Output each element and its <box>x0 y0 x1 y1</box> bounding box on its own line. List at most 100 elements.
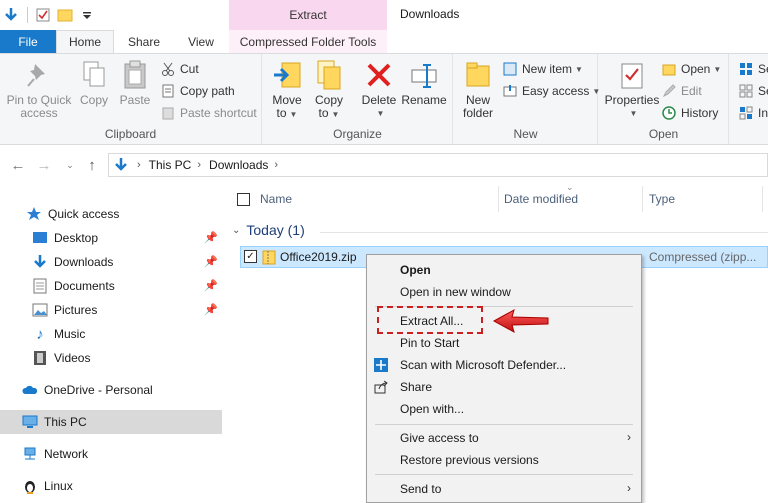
nav-documents-label: Documents <box>54 279 115 293</box>
move-to-label-2: to ▼ <box>276 106 298 120</box>
collapse-chevron-icon[interactable]: ⌄ <box>232 225 240 236</box>
edit-button[interactable]: Edit <box>661 81 702 101</box>
nav-pictures[interactable]: Pictures 📌 <box>0 298 222 322</box>
breadcrumb-separator-icon[interactable]: › <box>137 159 141 171</box>
easy-access-button[interactable]: Easy access ▼ <box>502 81 600 101</box>
invert-selection-button[interactable]: In <box>738 103 768 123</box>
edit-pencil-icon <box>661 83 677 99</box>
nav-music-label: Music <box>54 327 86 341</box>
menu-share-label: Share <box>400 380 433 394</box>
nav-quick-access[interactable]: Quick access <box>0 202 222 226</box>
cut-label: Cut <box>180 62 199 76</box>
forward-arrow-icon[interactable]: → <box>34 155 54 175</box>
menu-send-to-label: Send to <box>400 482 442 496</box>
paste-button[interactable]: Paste <box>116 58 154 107</box>
copy-to-label-2: to ▼ <box>318 106 340 120</box>
tab-file[interactable]: File <box>0 30 56 53</box>
linux-penguin-icon <box>22 478 38 494</box>
select-all-checkbox[interactable] <box>237 193 250 206</box>
delete-x-icon <box>363 58 395 92</box>
new-item-button[interactable]: New item ▼ <box>502 59 583 79</box>
nav-onedrive[interactable]: OneDrive - Personal <box>0 378 222 402</box>
column-divider[interactable] <box>498 186 499 212</box>
copy-path-icon <box>160 83 176 99</box>
select-all-button[interactable]: Se <box>738 59 768 79</box>
nav-desktop[interactable]: Desktop 📌 <box>0 226 222 250</box>
menu-item-give-access[interactable]: Give access to › <box>367 427 641 449</box>
group-header-today[interactable]: ⌄ Today (1) <box>232 222 305 238</box>
nav-videos[interactable]: Videos <box>0 346 222 370</box>
extract-context-header: Extract <box>229 0 387 30</box>
copy-button[interactable]: Copy <box>76 58 112 107</box>
extract-all-highlight-box <box>377 306 483 334</box>
nav-this-pc[interactable]: This PC <box>0 410 222 434</box>
delete-label: Delete <box>361 93 397 107</box>
pinned-icon: 📌 <box>204 232 218 244</box>
breadcrumb-this-pc[interactable]: This PC <box>149 158 192 172</box>
column-divider[interactable] <box>642 186 643 212</box>
address-bar[interactable]: › This PC › Downloads › <box>108 153 768 177</box>
nav-network-label: Network <box>44 447 89 461</box>
customize-qat-icon[interactable] <box>76 4 98 26</box>
recent-locations-chevron-icon[interactable]: ⌄ <box>60 155 80 175</box>
copy-path-button[interactable]: Copy path <box>160 81 235 101</box>
paste-shortcut-button[interactable]: Paste shortcut <box>160 103 257 123</box>
menu-item-scan-defender[interactable]: Scan with Microsoft Defender... <box>367 354 641 376</box>
properties-button[interactable]: Properties ▼ <box>603 58 661 120</box>
nav-linux[interactable]: Linux <box>0 474 222 498</box>
menu-item-share[interactable]: Share <box>367 376 641 398</box>
nav-documents[interactable]: Documents 📌 <box>0 274 222 298</box>
cut-button[interactable]: Cut <box>160 59 199 79</box>
nav-quick-access-label: Quick access <box>48 207 120 221</box>
new-group-label: New <box>513 127 538 141</box>
menu-item-open-new-window[interactable]: Open in new window <box>367 281 641 303</box>
column-type[interactable]: Type <box>649 192 675 206</box>
nav-network[interactable]: Network <box>0 442 222 466</box>
properties-check-icon[interactable] <box>32 4 54 26</box>
tab-view[interactable]: View <box>176 30 226 53</box>
back-arrow-icon[interactable]: ← <box>8 155 28 175</box>
menu-item-send-to[interactable]: Send to › <box>367 478 641 500</box>
menu-item-open-with[interactable]: Open with... <box>367 398 641 420</box>
new-group: New folder New item ▼ Easy access ▼ New <box>454 54 600 144</box>
new-folder-icon[interactable] <box>54 4 76 26</box>
history-button[interactable]: History <box>661 103 718 123</box>
breadcrumb-separator-icon[interactable]: › <box>274 159 278 171</box>
menu-item-restore-versions[interactable]: Restore previous versions <box>367 449 641 471</box>
delete-button[interactable]: Delete ▼ <box>359 58 399 120</box>
tab-share[interactable]: Share <box>116 30 172 53</box>
rename-button[interactable]: Rename <box>401 58 447 107</box>
move-to-button[interactable]: Move to ▼ <box>269 58 305 121</box>
new-folder-button[interactable]: New folder <box>460 58 496 120</box>
select-none-button[interactable]: Se <box>738 81 768 101</box>
desktop-icon <box>32 230 48 246</box>
column-name[interactable]: Name <box>260 192 292 206</box>
pinned-icon: 📌 <box>204 256 218 268</box>
copy-to-button[interactable]: Copy to ▼ <box>311 58 347 121</box>
breadcrumb-downloads[interactable]: Downloads <box>209 158 268 172</box>
copy-label: Copy <box>79 93 108 107</box>
up-arrow-icon[interactable]: ↑ <box>82 155 102 175</box>
open-group-label: Open <box>648 127 679 141</box>
delete-dropdown-icon[interactable]: ▼ <box>377 107 385 120</box>
breadcrumb-separator-icon[interactable]: › <box>197 159 201 171</box>
menu-item-open[interactable]: Open <box>367 259 641 281</box>
nav-downloads[interactable]: Downloads 📌 <box>0 250 222 274</box>
title-bar: Extract Downloads <box>0 0 768 30</box>
sort-chevron-icon: ⌄ <box>566 182 574 192</box>
file-name: Office2019.zip <box>280 250 357 264</box>
column-divider[interactable] <box>762 186 763 212</box>
properties-dropdown-icon[interactable]: ▼ <box>630 107 638 120</box>
tab-compressed-folder-tools[interactable]: Compressed Folder Tools <box>229 30 387 53</box>
nav-desktop-label: Desktop <box>54 231 99 245</box>
column-date-modified[interactable]: Date modified <box>504 192 578 206</box>
pin-to-quick-access-button[interactable]: Pin to Quick access <box>6 58 72 120</box>
menu-item-pin-to-start[interactable]: Pin to Start <box>367 332 641 354</box>
nav-music[interactable]: ♪ Music <box>0 322 222 346</box>
down-arrow-icon[interactable] <box>0 4 22 26</box>
file-checkbox[interactable]: ✓ <box>244 250 257 263</box>
tab-home[interactable]: Home <box>56 30 114 53</box>
qat-divider <box>22 4 32 26</box>
new-folder-icon <box>462 58 494 92</box>
open-button[interactable]: Open ▼ <box>661 59 721 79</box>
